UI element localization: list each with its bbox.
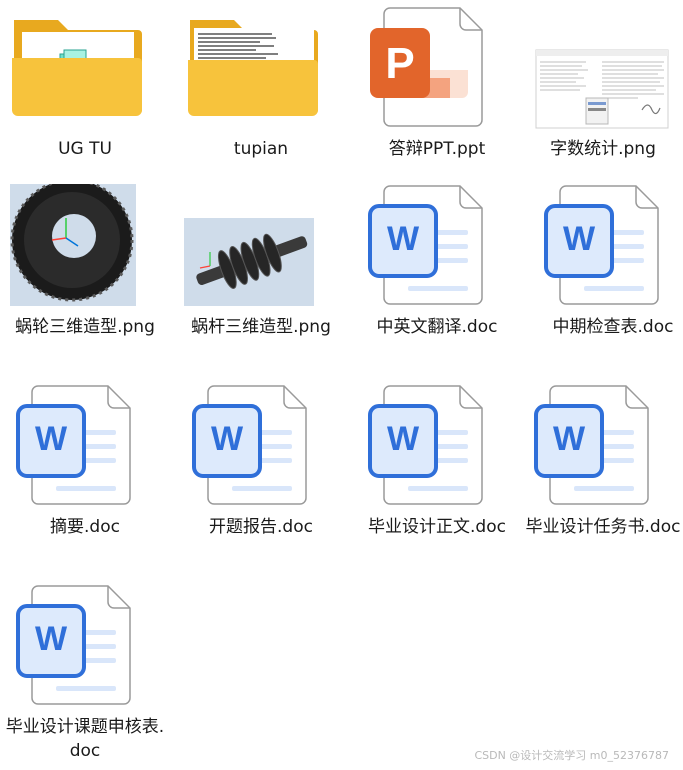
word-letter: W [387, 220, 420, 258]
file-name: 中英文翻译.doc [376, 317, 498, 337]
word-file-icon: W [368, 385, 483, 505]
file-name: UG TU [58, 139, 112, 159]
file-name: 毕业设计正文.doc [368, 517, 506, 537]
word-letter: W [387, 420, 420, 458]
file-name: tupian [233, 139, 289, 159]
file-name: 摘要.doc [50, 517, 120, 537]
document-thumbnail-icon [535, 49, 669, 129]
file-name: 蜗杆三维造型.png [191, 317, 331, 337]
word-file-icon: W [192, 385, 307, 505]
file-name: 字数统计.png [550, 139, 656, 159]
file-name: 蜗轮三维造型.png [15, 317, 155, 337]
word-letter: W [35, 420, 68, 458]
file-name: 毕业设计任务书.doc [525, 517, 681, 537]
folder-icon [12, 20, 142, 116]
folder-icon [188, 20, 318, 116]
ppt-letter: P [385, 39, 414, 88]
word-file-icon: W [16, 385, 131, 505]
worm-shaft-image-icon [184, 218, 314, 306]
word-file-icon: W [534, 385, 649, 505]
file-name: 开题报告.doc [209, 517, 313, 537]
word-letter: W [35, 620, 68, 658]
file-name: 答辩PPT.ppt [388, 139, 486, 159]
word-file-icon: W [16, 585, 131, 705]
powerpoint-file-icon: P [370, 7, 483, 127]
word-file-icon: W [368, 185, 483, 305]
file-name: 毕业设计课题申核表.doc [5, 717, 165, 761]
file-name: 中期检查表.doc [552, 317, 674, 337]
word-letter: W [563, 220, 596, 258]
word-letter: W [553, 420, 586, 458]
worm-wheel-image-icon [10, 184, 136, 306]
word-letter: W [211, 420, 244, 458]
csdn-watermark: CSDN @设计交流学习 m0_52376787 [474, 749, 669, 762]
word-file-icon: W [544, 185, 659, 305]
